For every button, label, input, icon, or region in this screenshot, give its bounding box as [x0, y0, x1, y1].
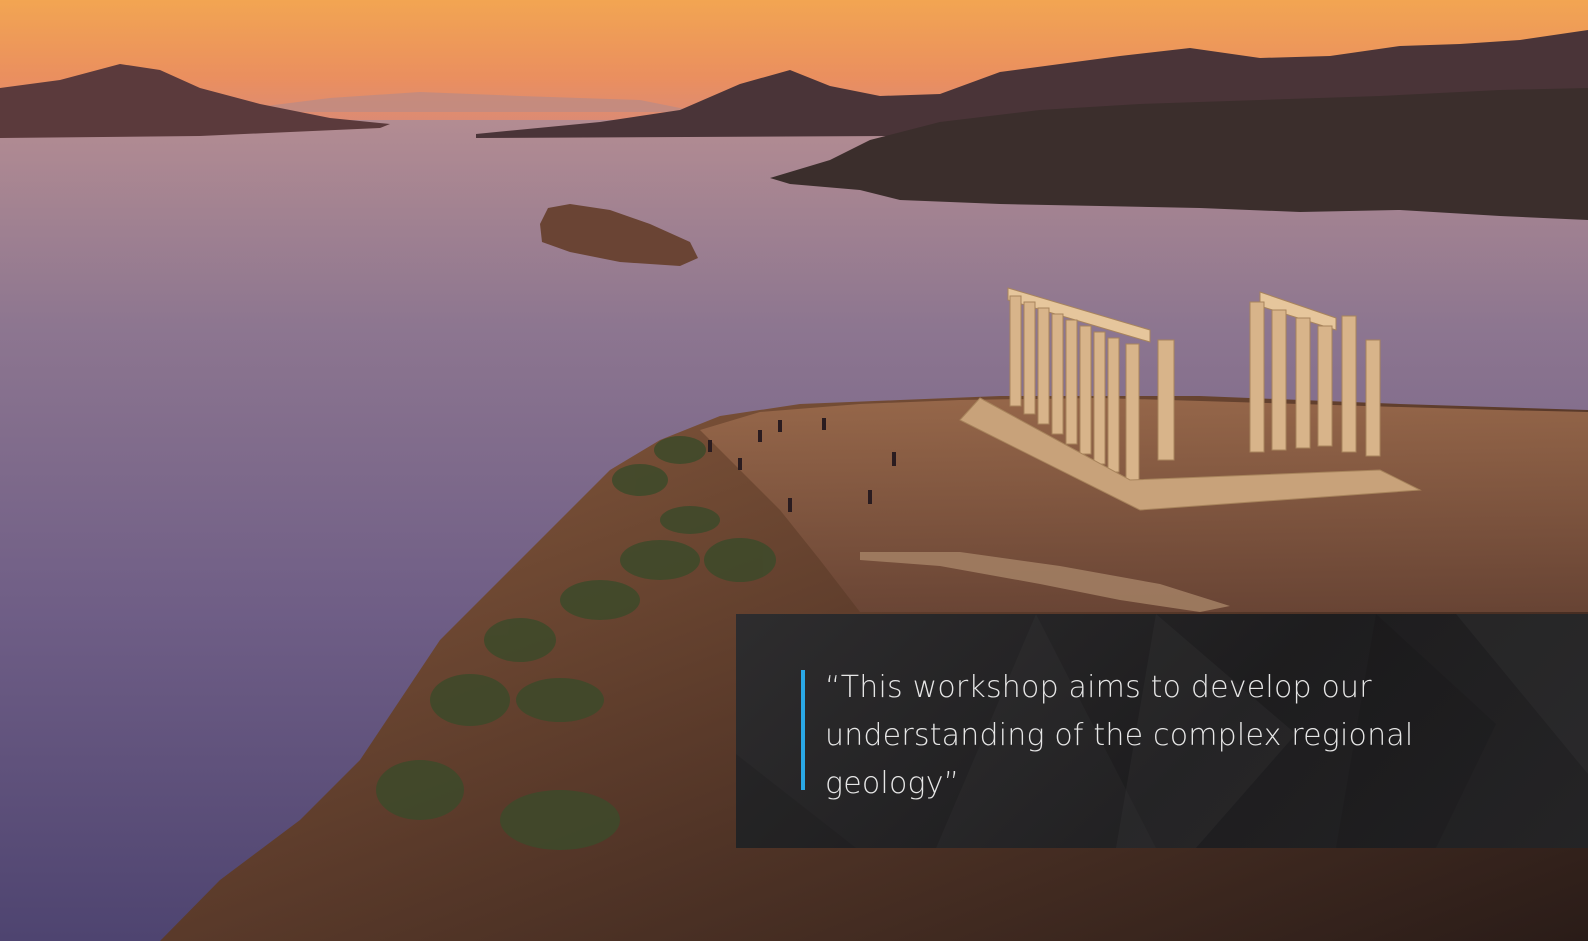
quote-accent-bar	[801, 670, 805, 790]
quote-text: “This workshop aims to develop our under…	[825, 670, 1414, 801]
quote-panel: “This workshop aims to develop our under…	[736, 614, 1588, 848]
